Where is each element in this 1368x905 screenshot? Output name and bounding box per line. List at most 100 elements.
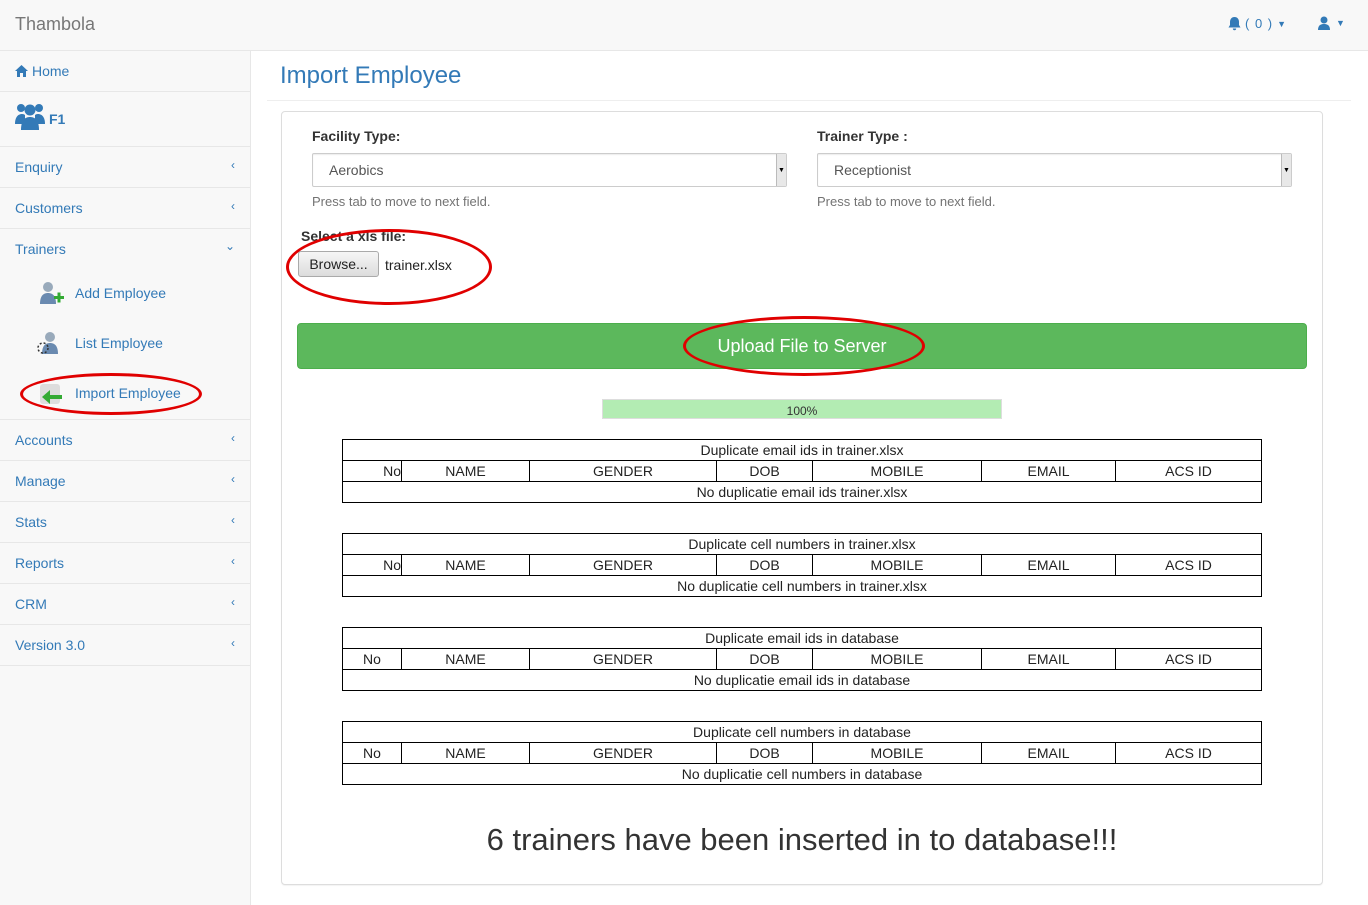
chevron-left-icon: ‹ xyxy=(231,513,235,527)
import-result-message: 6 trainers have been inserted in to data… xyxy=(486,822,1118,857)
table-title: Duplicate cell numbers in database xyxy=(342,721,1262,743)
column-header: No xyxy=(342,742,402,764)
duplicate-table: Duplicate cell numbers in database No NA… xyxy=(342,721,1262,785)
sidebar-item-label: Manage xyxy=(15,473,66,489)
chevron-left-icon: ‹ xyxy=(231,554,235,568)
bell-icon xyxy=(1228,16,1241,30)
facility-help-text: Press tab to move to next field. xyxy=(312,194,491,209)
column-header: MOBILE xyxy=(812,460,982,482)
column-header: NAME xyxy=(401,648,530,670)
top-navbar: Thambola ( 0 ) ▼ ▼ xyxy=(0,0,1368,51)
dropdown-arrow-icon: ▼ xyxy=(776,154,786,186)
sidebar-item-label: Trainers xyxy=(15,241,66,257)
file-select-label: Select a xls file: xyxy=(301,228,407,244)
notifications-dropdown[interactable]: ( 0 ) ▼ xyxy=(1228,16,1286,31)
sidebar-item-customers[interactable]: Customers ‹ xyxy=(0,188,250,229)
home-icon xyxy=(15,65,28,77)
user-menu-dropdown[interactable]: ▼ xyxy=(1318,16,1345,30)
sidebar-item-label: Customers xyxy=(15,200,83,216)
column-header: EMAIL xyxy=(981,554,1116,576)
sidebar-item-reports[interactable]: Reports ‹ xyxy=(0,543,250,584)
duplicate-table: Duplicate cell numbers in trainer.xlsx N… xyxy=(342,533,1262,597)
column-header: GENDER xyxy=(529,460,717,482)
chevron-left-icon: ‹ xyxy=(231,158,235,172)
facility-type-value: Aerobics xyxy=(329,162,384,178)
browse-button[interactable]: Browse... xyxy=(298,251,379,277)
dropdown-arrow-icon: ▼ xyxy=(1281,154,1291,186)
chevron-left-icon: ‹ xyxy=(231,636,235,650)
sidebar-group-f1: F1 xyxy=(0,92,250,147)
sidebar-item-label: Enquiry xyxy=(15,159,63,175)
column-header: EMAIL xyxy=(981,742,1116,764)
facility-type-select[interactable]: Aerobics ▼ xyxy=(312,153,787,187)
column-header: EMAIL xyxy=(981,460,1116,482)
chevron-down-icon: ⌄ xyxy=(224,239,235,253)
trainer-type-value: Receptionist xyxy=(834,162,912,178)
sidebar-item-label: Stats xyxy=(15,514,47,530)
title-divider xyxy=(267,100,1351,101)
sidebar-item-label: Reports xyxy=(15,555,65,571)
upload-file-button[interactable]: Upload File to Server xyxy=(297,323,1307,369)
duplicate-table: Duplicate email ids in trainer.xlsx No N… xyxy=(342,439,1262,503)
column-header: ACS ID xyxy=(1115,460,1262,482)
import-panel: Facility Type: Aerobics ▼ Press tab to m… xyxy=(281,111,1323,885)
sidebar-item-label: Home xyxy=(32,63,70,79)
notification-count: ( 0 ) xyxy=(1245,16,1274,31)
trainer-help-text: Press tab to move to next field. xyxy=(817,194,996,209)
sidebar-subitem-import-employee[interactable]: Import Employee xyxy=(36,375,236,411)
chevron-left-icon: ‹ xyxy=(231,595,235,609)
trainer-type-label: Trainer Type : xyxy=(817,128,908,144)
caret-down-icon: ▼ xyxy=(1277,18,1287,29)
progress-text: 100% xyxy=(786,404,818,418)
sidebar-item-manage[interactable]: Manage ‹ xyxy=(0,461,250,502)
trainer-type-select[interactable]: Receptionist ▼ xyxy=(817,153,1292,187)
column-header: GENDER xyxy=(529,554,717,576)
facility-type-label: Facility Type: xyxy=(312,128,401,144)
column-header: NAME xyxy=(401,460,530,482)
users-group-icon xyxy=(15,104,45,130)
sidebar-item-crm[interactable]: CRM ‹ xyxy=(0,584,250,625)
column-header: DOB xyxy=(716,554,813,576)
column-header: EMAIL xyxy=(981,648,1116,670)
chevron-left-icon: ‹ xyxy=(231,431,235,445)
sidebar: Home F1 Enquiry ‹ Customers ‹ Trainers ⌄… xyxy=(0,51,251,905)
brand-name[interactable]: Thambola xyxy=(15,14,95,35)
column-header: NAME xyxy=(401,742,530,764)
group-name: F1 xyxy=(49,111,66,127)
empty-message: No duplicatie email ids trainer.xlsx xyxy=(342,481,1262,503)
sidebar-item-accounts[interactable]: Accounts ‹ xyxy=(0,420,250,461)
sidebar-subitem-list-employee[interactable]: List Employee xyxy=(36,325,236,361)
sidebar-item-label: CRM xyxy=(15,596,47,612)
sidebar-item-label: Accounts xyxy=(15,432,73,448)
table-title: Duplicate cell numbers in trainer.xlsx xyxy=(342,533,1262,555)
sidebar-item-label: Version 3.0 xyxy=(15,637,86,653)
sidebar-subitem-label: Import Employee xyxy=(75,385,181,401)
sidebar-item-home[interactable]: Home xyxy=(0,51,250,92)
empty-message: No duplicatie cell numbers in database xyxy=(342,763,1262,785)
import-employee-icon xyxy=(36,378,66,408)
sidebar-subitem-label: Add Employee xyxy=(75,285,167,301)
empty-message: No duplicatie email ids in database xyxy=(342,669,1262,691)
table-title: Duplicate email ids in database xyxy=(342,627,1262,649)
duplicate-table: Duplicate email ids in database No NAME … xyxy=(342,627,1262,691)
sidebar-item-enquiry[interactable]: Enquiry ‹ xyxy=(0,147,250,188)
column-header: GENDER xyxy=(529,648,717,670)
main-content: Import Employee Facility Type: Aerobics … xyxy=(251,51,1368,905)
sidebar-item-stats[interactable]: Stats ‹ xyxy=(0,502,250,543)
column-header: ACS ID xyxy=(1115,554,1262,576)
list-employee-icon xyxy=(36,328,66,358)
column-header: GENDER xyxy=(529,742,717,764)
sidebar-subitem-add-employee[interactable]: Add Employee xyxy=(36,275,236,311)
table-title: Duplicate email ids in trainer.xlsx xyxy=(342,439,1262,461)
column-header: MOBILE xyxy=(812,742,982,764)
user-icon xyxy=(1318,16,1330,30)
upload-progress-bar: 100% xyxy=(602,399,1002,419)
column-header: No xyxy=(342,554,402,576)
column-header: ACS ID xyxy=(1115,648,1262,670)
sidebar-item-version[interactable]: Version 3.0 ‹ xyxy=(0,625,250,666)
column-header: ACS ID xyxy=(1115,742,1262,764)
selected-file-name: trainer.xlsx xyxy=(385,257,452,273)
column-header: MOBILE xyxy=(812,554,982,576)
add-employee-icon xyxy=(36,278,66,308)
sidebar-subitem-label: List Employee xyxy=(75,335,163,351)
